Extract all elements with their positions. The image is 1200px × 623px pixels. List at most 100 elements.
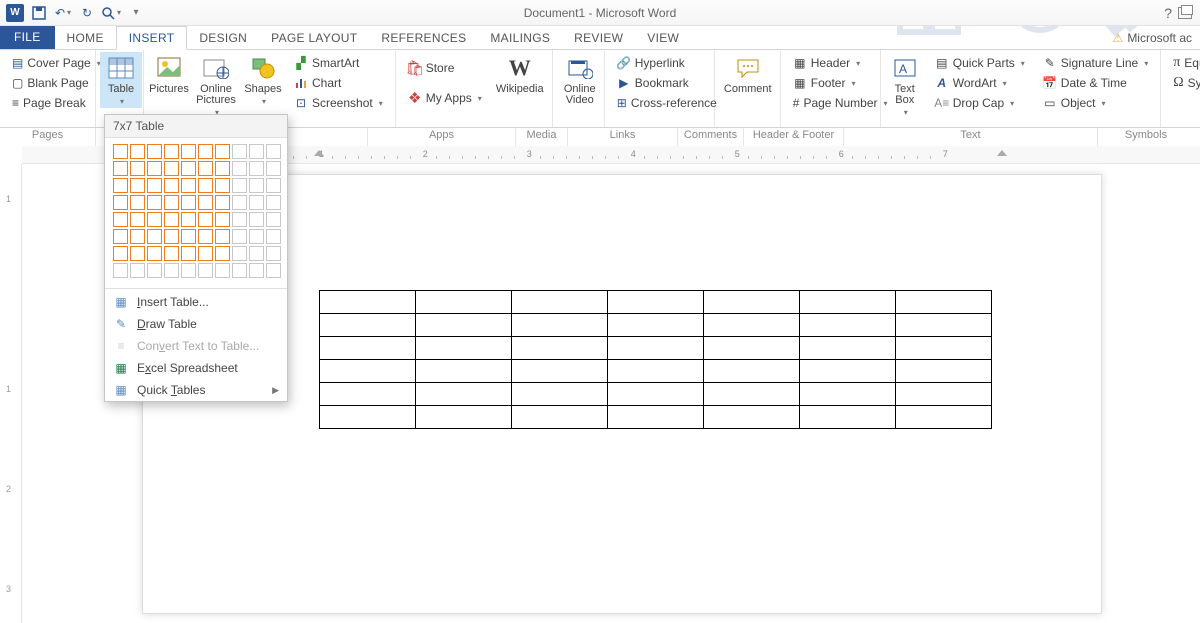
tab-insert[interactable]: INSERT: [116, 26, 188, 50]
hyperlink-button[interactable]: 🔗 Hyperlink: [613, 54, 706, 72]
table-grid-cell[interactable]: [164, 229, 179, 244]
table-grid-cell[interactable]: [130, 195, 145, 210]
online-pictures-button[interactable]: Online Pictures ▾: [192, 52, 240, 119]
table-grid-cell[interactable]: [249, 212, 264, 227]
table-grid-cell[interactable]: [181, 178, 196, 193]
table-grid-cell[interactable]: [164, 178, 179, 193]
page-number-button[interactable]: # Page Number▾: [789, 94, 872, 112]
table-grid-cell[interactable]: [198, 246, 213, 261]
table-cell[interactable]: [416, 337, 512, 360]
table-cell[interactable]: [800, 360, 896, 383]
restore-window-button[interactable]: [1178, 7, 1192, 19]
table-cell[interactable]: [896, 337, 992, 360]
table-cell[interactable]: [896, 291, 992, 314]
table-grid-cell[interactable]: [147, 195, 162, 210]
store-button[interactable]: 🛍 Store: [404, 54, 486, 82]
qat-undo-button[interactable]: ↶▾: [52, 2, 74, 24]
table-grid-cell[interactable]: [181, 144, 196, 159]
account-warning[interactable]: ⚠ Microsoft ac: [1105, 27, 1200, 49]
chart-button[interactable]: Chart: [290, 74, 387, 92]
tab-references[interactable]: REFERENCES: [369, 27, 478, 49]
table-cell[interactable]: [896, 314, 992, 337]
qat-redo-button[interactable]: ↻: [76, 2, 98, 24]
table-grid-cell[interactable]: [266, 212, 281, 227]
table-cell[interactable]: [608, 383, 704, 406]
table-grid-cell[interactable]: [164, 161, 179, 176]
table-grid-cell[interactable]: [232, 195, 247, 210]
table-grid-cell[interactable]: [232, 161, 247, 176]
table-grid-cell[interactable]: [215, 178, 230, 193]
table-cell[interactable]: [320, 383, 416, 406]
table-grid-cell[interactable]: [164, 195, 179, 210]
wikipedia-button[interactable]: W Wikipedia: [492, 52, 548, 97]
indent-marker-left[interactable]: [314, 150, 324, 160]
excel-spreadsheet-menu-item[interactable]: ▦ Excel Spreadsheet: [105, 357, 287, 379]
table-cell[interactable]: [320, 314, 416, 337]
table-grid-cell[interactable]: [232, 263, 247, 278]
smartart-button[interactable]: ▞ SmartArt: [290, 54, 387, 72]
table-grid-cell[interactable]: [198, 178, 213, 193]
table-grid-cell[interactable]: [181, 263, 196, 278]
table-cell[interactable]: [704, 383, 800, 406]
table-cell[interactable]: [512, 406, 608, 429]
qat-preview-button[interactable]: ▾: [100, 2, 122, 24]
indent-marker-right[interactable]: [997, 150, 1007, 160]
table-grid-cell[interactable]: [181, 229, 196, 244]
tab-home[interactable]: HOME: [55, 27, 116, 49]
table-cell[interactable]: [704, 314, 800, 337]
table-grid-cell[interactable]: [249, 144, 264, 159]
table-grid-cell[interactable]: [215, 195, 230, 210]
tab-review[interactable]: REVIEW: [562, 27, 635, 49]
table-cell[interactable]: [608, 406, 704, 429]
table-grid-cell[interactable]: [181, 246, 196, 261]
insert-table-menu-item[interactable]: ▦ Insert Table...: [105, 291, 287, 313]
table-grid-cell[interactable]: [266, 195, 281, 210]
table-grid-cell[interactable]: [164, 263, 179, 278]
table-grid-cell[interactable]: [198, 195, 213, 210]
table-grid-cell[interactable]: [147, 161, 162, 176]
qat-save-button[interactable]: [28, 2, 50, 24]
table-grid-cell[interactable]: [198, 144, 213, 159]
table-cell[interactable]: [512, 291, 608, 314]
table-cell[interactable]: [800, 314, 896, 337]
table-cell[interactable]: [416, 314, 512, 337]
my-apps-button[interactable]: ❖ My Apps▾: [404, 84, 486, 112]
table-grid-cell[interactable]: [147, 263, 162, 278]
table-cell[interactable]: [512, 383, 608, 406]
table-grid-cell[interactable]: [215, 229, 230, 244]
table-grid-cell[interactable]: [249, 195, 264, 210]
quick-parts-button[interactable]: ▤ Quick Parts▾: [931, 54, 1029, 72]
table-grid-cell[interactable]: [113, 246, 128, 261]
table-grid-cell[interactable]: [113, 195, 128, 210]
blank-page-button[interactable]: ▢ Blank Page: [8, 74, 87, 92]
table-grid-cell[interactable]: [232, 246, 247, 261]
table-cell[interactable]: [704, 337, 800, 360]
header-button[interactable]: ▦ Header▾: [789, 54, 872, 72]
table-cell[interactable]: [704, 291, 800, 314]
table-grid-cell[interactable]: [249, 229, 264, 244]
qat-customize-button[interactable]: ▾: [124, 2, 146, 24]
table-cell[interactable]: [512, 314, 608, 337]
table-cell[interactable]: [320, 360, 416, 383]
table-grid-cell[interactable]: [147, 144, 162, 159]
cover-page-button[interactable]: ▤ Cover Page▾: [8, 54, 87, 72]
table-cell[interactable]: [512, 337, 608, 360]
help-button[interactable]: ?: [1164, 5, 1172, 21]
table-cell[interactable]: [800, 337, 896, 360]
tab-page-layout[interactable]: PAGE LAYOUT: [259, 27, 369, 49]
table-cell[interactable]: [704, 360, 800, 383]
table-grid-cell[interactable]: [130, 263, 145, 278]
table-cell[interactable]: [800, 291, 896, 314]
table-grid-cell[interactable]: [266, 246, 281, 261]
table-grid-cell[interactable]: [147, 246, 162, 261]
table-grid-cell[interactable]: [215, 246, 230, 261]
table-grid-cell[interactable]: [266, 161, 281, 176]
table-grid-cell[interactable]: [147, 178, 162, 193]
table-cell[interactable]: [608, 291, 704, 314]
table-grid-cell[interactable]: [249, 246, 264, 261]
table-grid-cell[interactable]: [181, 195, 196, 210]
table-grid-cell[interactable]: [113, 229, 128, 244]
footer-button[interactable]: ▦ Footer▾: [789, 74, 872, 92]
table-grid-cell[interactable]: [232, 178, 247, 193]
table-grid-cell[interactable]: [249, 263, 264, 278]
